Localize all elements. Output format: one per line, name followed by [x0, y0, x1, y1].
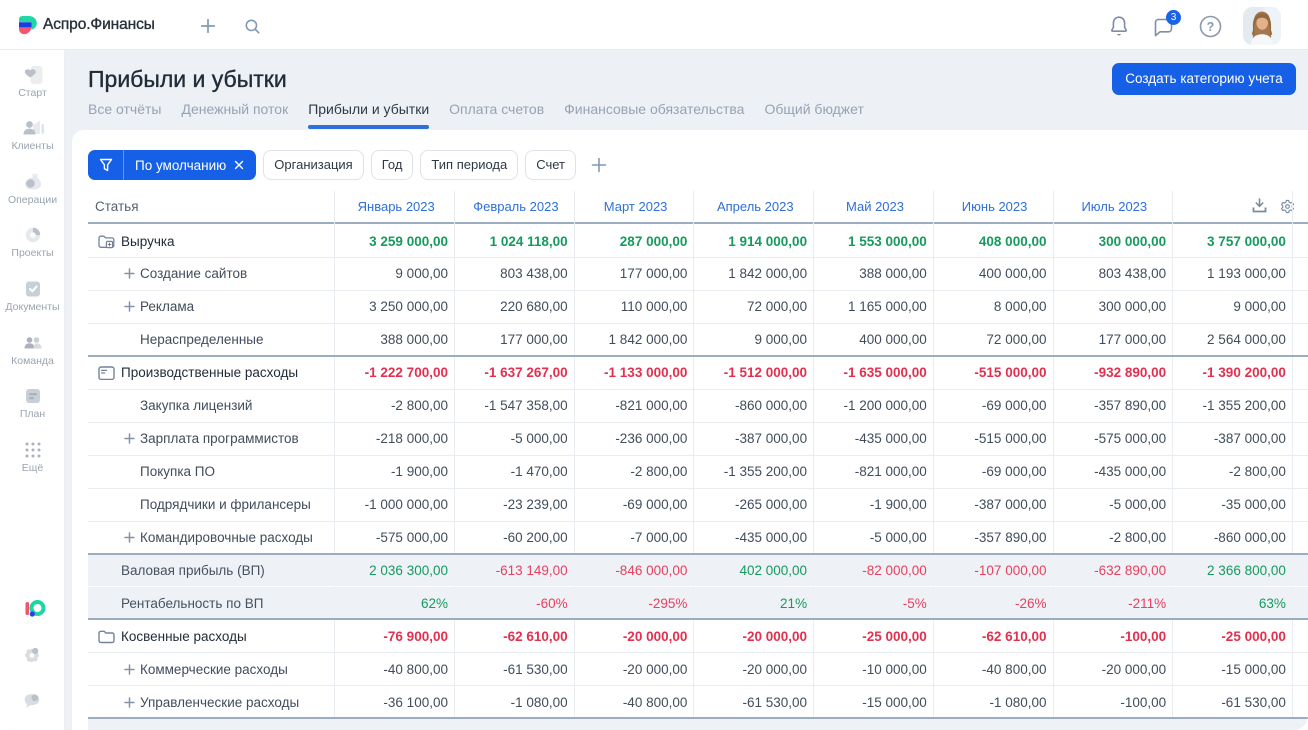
svg-text:?: ?: [1207, 20, 1215, 34]
